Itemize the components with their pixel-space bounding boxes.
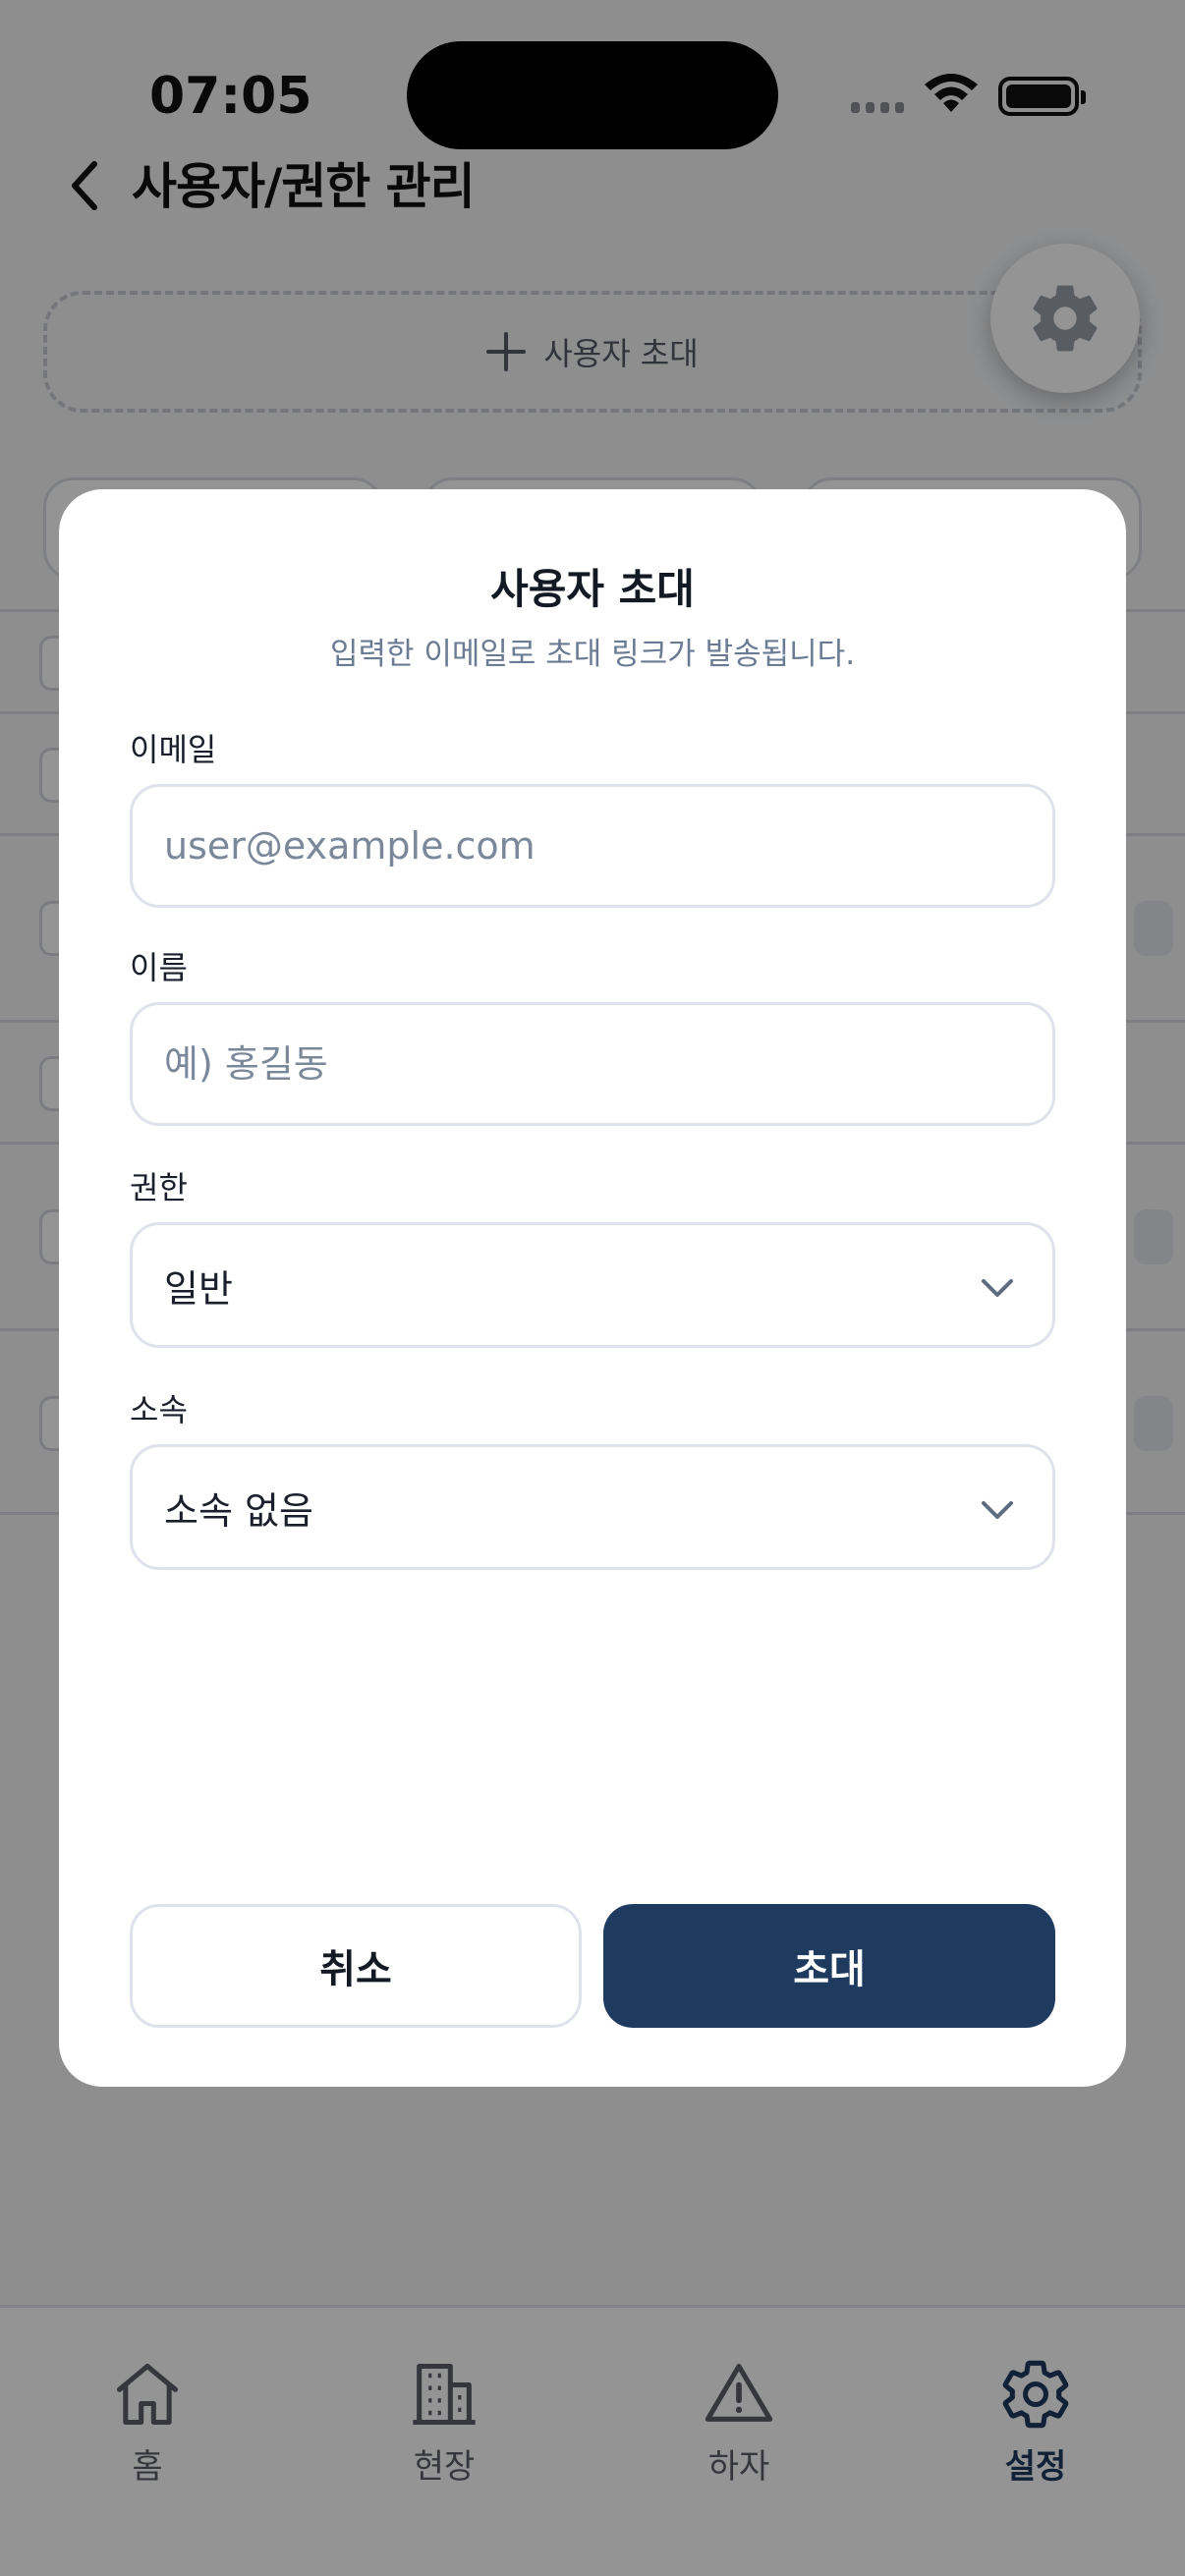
chevron-down-icon bbox=[982, 1501, 1013, 1519]
affiliation-select[interactable]: 소속 없음 bbox=[130, 1444, 1055, 1570]
email-field-wrapper bbox=[130, 784, 1055, 908]
chevron-down-icon bbox=[982, 1279, 1013, 1297]
cancel-button[interactable]: 취소 bbox=[130, 1904, 582, 2028]
invite-button[interactable]: 초대 bbox=[603, 1904, 1055, 2028]
dialog-subtitle: 입력한 이메일로 초대 링크가 발송됩니다. bbox=[329, 637, 856, 672]
name-field[interactable] bbox=[164, 1042, 1052, 1086]
name-field-wrapper bbox=[130, 1002, 1055, 1126]
affiliation-select-value: 소속 없음 bbox=[164, 1488, 313, 1533]
email-label: 이메일 bbox=[130, 731, 217, 768]
role-select[interactable]: 일반 bbox=[130, 1222, 1055, 1348]
role-label: 권한 bbox=[130, 1169, 188, 1206]
email-field[interactable] bbox=[164, 824, 1052, 868]
role-select-value: 일반 bbox=[164, 1266, 233, 1311]
affiliation-label: 소속 bbox=[130, 1391, 188, 1428]
dialog-title: 사용자 초대 bbox=[490, 565, 695, 613]
invite-user-dialog: 사용자 초대 입력한 이메일로 초대 링크가 발송됩니다. 이메일 이름 권한 … bbox=[59, 489, 1126, 2087]
name-label: 이름 bbox=[130, 949, 188, 986]
